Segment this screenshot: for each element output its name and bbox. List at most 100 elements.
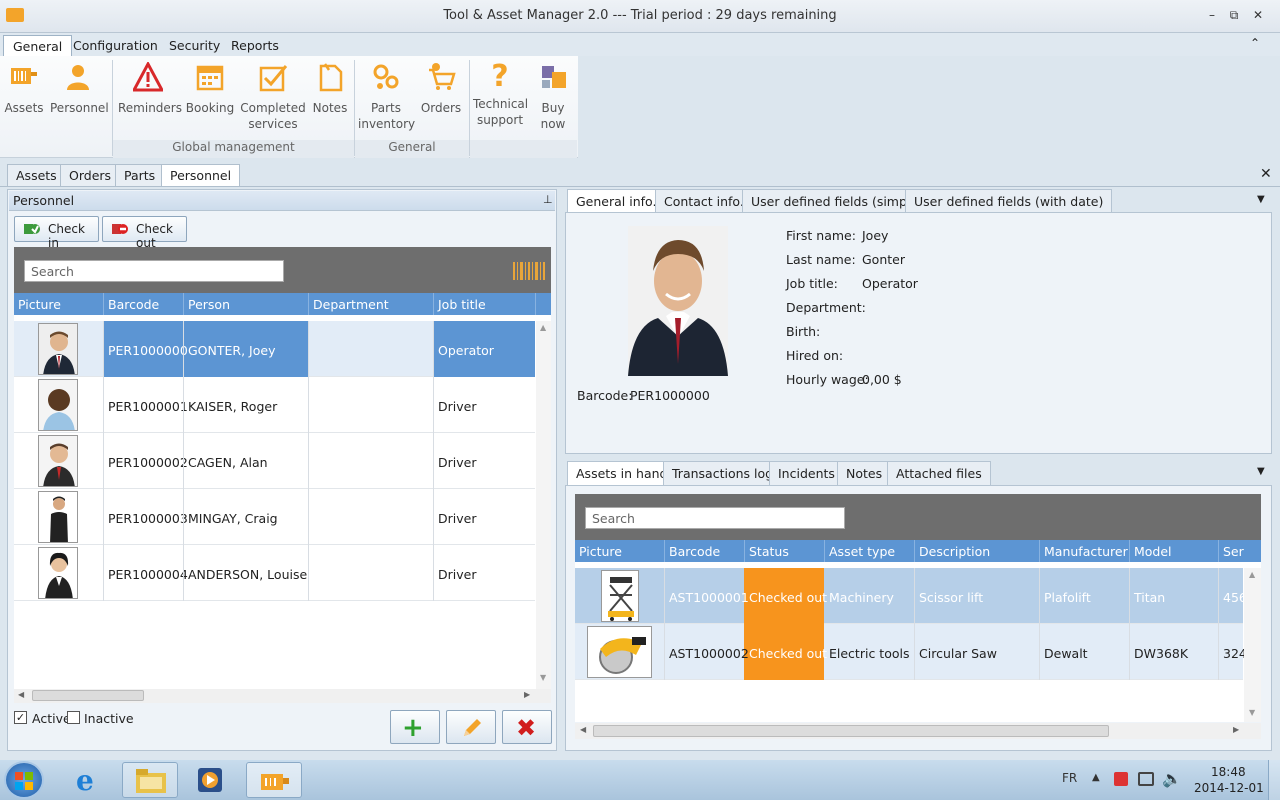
job-title-label: Job title: [786,276,838,291]
tab-configuration[interactable]: Configuration [64,35,167,56]
doc-tab-orders[interactable]: Orders [60,164,121,186]
assets-search-input[interactable]: Search [585,507,845,529]
cell-status: Checked out [749,590,828,605]
maximize-button[interactable]: ⧉ [1224,6,1244,24]
tab-transactions-log[interactable]: Transactions log [663,461,783,485]
volume-icon[interactable]: 🔈 [1162,769,1182,788]
completed-label-2: services [248,117,298,131]
detail-tabs-dropdown-icon[interactable]: ▼ [1257,194,1265,205]
gears-icon [373,64,399,89]
network-icon[interactable] [1138,772,1154,786]
assets-label: Assets [4,101,44,115]
delete-button[interactable]: ✖ [502,710,552,744]
active-checkbox[interactable]: ✓ [14,711,27,724]
ribbon-collapse-icon[interactable]: ⌃ [1250,36,1260,50]
table-row[interactable]: AST1000002 Checked out Electric tools Ci… [575,624,1247,680]
pin-icon[interactable]: ⊥ [543,193,553,206]
tab-general[interactable]: General [3,35,73,56]
close-tab-icon[interactable]: ✕ [1260,166,1272,182]
assets-tabs-dropdown-icon[interactable]: ▼ [1257,466,1265,477]
tab-general-info[interactable]: General info. [567,189,666,213]
assets-vertical-scrollbar[interactable]: ▲ ▼ [1244,568,1261,722]
col-department[interactable]: Department [313,297,389,312]
show-desktop-button[interactable] [1268,760,1280,800]
orders-ribbon-button[interactable]: Orders [418,62,464,116]
table-row[interactable]: AST1000001 Checked out Machinery Scissor… [575,568,1247,624]
parts-inventory-ribbon-button[interactable]: Parts inventory [358,62,415,132]
horizontal-scrollbar[interactable]: ◀ ▶ [14,689,551,703]
assets-grid-header: Picture Barcode Status Asset type Descri… [575,540,1261,562]
col-description[interactable]: Description [919,544,990,559]
col-picture[interactable]: Picture [18,297,61,312]
col-barcode[interactable]: Barcode [669,544,720,559]
table-row[interactable]: PER1000000 GONTER, Joey Operator [14,321,535,377]
col-barcode[interactable]: Barcode [108,297,159,312]
scroll-thumb[interactable] [593,725,1109,737]
tab-security[interactable]: Security [160,35,229,56]
clock-date[interactable]: 2014-12-01 [1194,781,1264,795]
table-row[interactable]: PER1000002 CAGEN, Alan Driver [14,433,535,489]
assets-horizontal-scrollbar[interactable]: ◀ ▶ [575,723,1261,739]
personnel-grid-header: Picture Barcode Person Department Job ti… [14,293,551,315]
col-asset-type[interactable]: Asset type [829,544,895,559]
notes-ribbon-button[interactable]: Notes [310,62,350,116]
tab-contact-info[interactable]: Contact info. [655,189,753,213]
col-model[interactable]: Model [1134,544,1172,559]
language-indicator[interactable]: FR [1062,771,1077,785]
table-row[interactable]: PER1000001 KAISER, Roger Driver [14,377,535,433]
cell-model: Titan [1134,590,1166,605]
start-button[interactable] [4,761,44,799]
folder-icon [136,769,166,793]
clock-time[interactable]: 18:48 [1211,765,1246,779]
col-manufacturer[interactable]: Manufacturer [1044,544,1128,559]
tray-expand-icon[interactable]: ▲ [1092,772,1100,783]
doc-tab-parts[interactable]: Parts [115,164,165,186]
personnel-search-input[interactable]: Search [24,260,284,282]
col-job-title[interactable]: Job title [438,297,486,312]
cell-job-title: Operator [438,343,494,358]
buy-now-ribbon-button[interactable]: Buy now [530,62,576,132]
tab-attached-files[interactable]: Attached files [887,461,991,485]
buy-label-1: Buy [541,101,565,115]
doc-tab-personnel[interactable]: Personnel [161,164,241,186]
minimize-button[interactable]: – [1202,6,1222,24]
taskbar-tool-asset-manager[interactable] [246,762,302,798]
taskbar-media-player[interactable] [182,762,238,798]
first-name-label: First name: [786,228,856,243]
tab-assets-in-hand[interactable]: Assets in hand [567,461,677,485]
edit-button[interactable] [446,710,496,744]
col-picture[interactable]: Picture [579,544,622,559]
col-person[interactable]: Person [188,297,230,312]
tab-reports[interactable]: Reports [222,35,288,56]
barcode-icon[interactable] [513,262,545,280]
col-serial[interactable]: Ser [1223,544,1244,559]
vertical-scrollbar[interactable]: ▲ ▼ [536,321,551,689]
check-in-button[interactable]: Check in [14,216,99,250]
completed-services-ribbon-button[interactable]: Completed services [240,62,306,132]
personnel-ribbon-button[interactable]: Personnel [50,62,109,116]
close-window-button[interactable]: ✕ [1248,6,1268,24]
booking-ribbon-button[interactable]: Booking [184,62,236,116]
person-photo [38,491,78,543]
asset-photo [587,626,652,678]
inactive-checkbox[interactable] [67,711,80,724]
doc-tab-assets[interactable]: Assets [7,164,66,186]
assets-ribbon-button[interactable]: Assets [4,62,44,116]
taskbar-explorer[interactable] [122,762,178,798]
check-out-button[interactable]: Check out [102,216,187,250]
technical-support-ribbon-button[interactable]: ? Technical support [473,62,528,128]
action-center-icon[interactable] [1114,772,1128,786]
table-row[interactable]: PER1000003 MINGAY, Craig Driver [14,489,535,545]
tab-incidents[interactable]: Incidents [769,461,844,485]
add-button[interactable]: + [390,710,440,744]
reminders-ribbon-button[interactable]: Reminders [118,60,182,116]
col-status[interactable]: Status [749,544,789,559]
table-row[interactable]: PER1000004 ANDERSON, Louise Driver [14,545,535,601]
taskbar-ie[interactable]: e [62,762,118,798]
tab-udf-date[interactable]: User defined fields (with date) [905,189,1113,213]
buy-label-2: now [540,117,566,131]
pencil-icon [464,719,481,736]
tab-udf-simple[interactable]: User defined fields (simple) [742,189,932,213]
tab-notes[interactable]: Notes [837,461,892,485]
scroll-thumb[interactable] [32,690,144,701]
